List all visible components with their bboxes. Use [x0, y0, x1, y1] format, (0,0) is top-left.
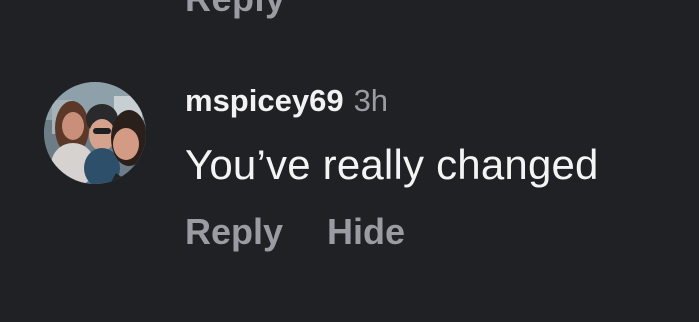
hide-button[interactable]: Hide — [327, 210, 405, 254]
reply-button[interactable]: Reply — [185, 210, 283, 254]
avatar[interactable] — [44, 82, 146, 184]
timestamp: 3h — [353, 83, 389, 118]
comment-actions: Reply Hide — [185, 210, 685, 254]
username[interactable]: mspicey69 — [185, 82, 344, 120]
user-photo-icon — [44, 82, 146, 184]
comment-meta: mspicey69 3h — [185, 82, 685, 120]
comment: mspicey69 3h You’ve really changed Reply… — [44, 82, 684, 262]
comment-text: You’ve really changed — [185, 141, 599, 188]
previous-comment-reply-link[interactable]: Reply — [185, 0, 286, 20]
comment-content: mspicey69 3h You’ve really changed Reply… — [185, 82, 685, 254]
